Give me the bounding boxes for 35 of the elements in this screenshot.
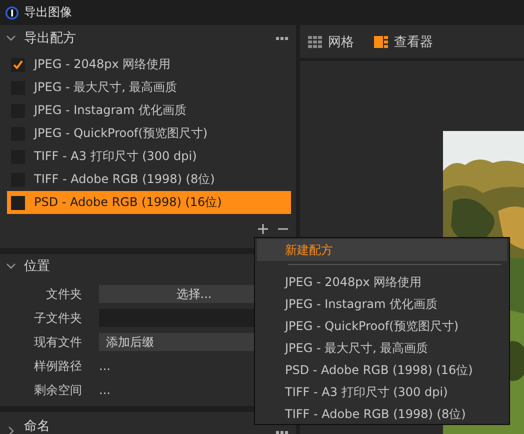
- checkbox[interactable]: [11, 196, 25, 210]
- menu-item[interactable]: 新建配方: [257, 239, 507, 261]
- recipe-item[interactable]: JPEG - 最大尺寸, 最高画质: [7, 76, 291, 99]
- chevron-icon[interactable]: [8, 426, 14, 434]
- field-value: ...: [99, 359, 110, 373]
- chevron-icon[interactable]: [6, 263, 16, 269]
- recipe-item[interactable]: TIFF - Adobe RGB (1998) (8位): [7, 168, 291, 191]
- recipe-item[interactable]: JPEG - 2048px 网络使用: [7, 53, 291, 76]
- field-label: 子文件夹: [33, 310, 82, 326]
- menu-item[interactable]: TIFF - A3 打印尺寸 (300 dpi): [257, 381, 507, 403]
- menu-item[interactable]: TIFF - Adobe RGB (1998) (8位): [257, 403, 507, 425]
- view-tab[interactable]: 网格: [308, 32, 354, 50]
- recipe-item[interactable]: JPEG - Instagram 优化画质: [7, 99, 291, 122]
- menu-item[interactable]: PSD - Adobe RGB (1998) (16位): [257, 359, 507, 381]
- recipe-item[interactable]: JPEG - QuickProof(预览图尺寸): [7, 122, 291, 145]
- grid-icon: [308, 36, 322, 48]
- field-value: ...: [99, 383, 110, 397]
- field-label: 现有文件: [33, 334, 82, 350]
- field-label: 文件夹: [45, 286, 82, 302]
- window-title: 导出图像: [24, 4, 72, 21]
- checkbox[interactable]: [11, 58, 25, 72]
- section-title: 位置: [24, 258, 51, 275]
- field-label: 剩余空间: [33, 382, 82, 398]
- more-icon[interactable]: [276, 431, 288, 434]
- add-icon[interactable]: [258, 224, 268, 234]
- more-icon[interactable]: [276, 36, 288, 40]
- recipe-item[interactable]: PSD - Adobe RGB (1998) (16位): [7, 191, 291, 214]
- field-label: 样例路径: [33, 358, 82, 374]
- section-title: 导出配方: [24, 30, 77, 47]
- viewer-icon: [374, 36, 388, 48]
- view-tab[interactable]: 查看器: [374, 32, 433, 50]
- app-logo-icon: [5, 6, 19, 20]
- recipe-item[interactable]: TIFF - A3 打印尺寸 (300 dpi): [7, 145, 291, 168]
- section-title: 命名: [24, 420, 51, 434]
- chevron-icon[interactable]: [6, 35, 16, 41]
